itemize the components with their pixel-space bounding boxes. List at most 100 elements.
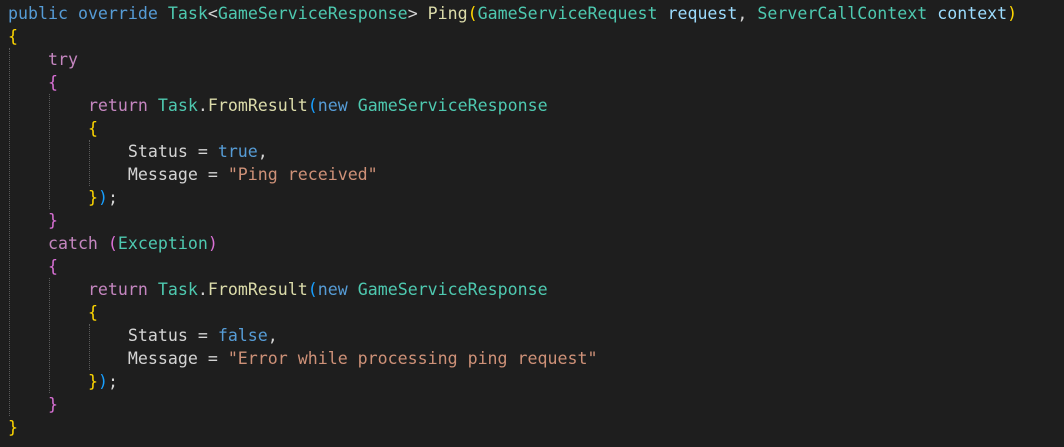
code-token: ( bbox=[107, 234, 118, 253]
code-token: "Error while processing ping request" bbox=[227, 349, 598, 368]
code-token: try bbox=[47, 50, 78, 69]
code-token: = bbox=[197, 165, 228, 184]
code-token: . bbox=[197, 96, 208, 115]
code-token: { bbox=[87, 303, 98, 322]
code-token: GameServiceRequest bbox=[477, 4, 658, 23]
code-line: { bbox=[8, 25, 1058, 48]
code-line: { bbox=[8, 255, 1058, 278]
code-line: Message = "Ping received" bbox=[8, 163, 1058, 186]
code-token: } bbox=[8, 418, 18, 437]
code-line: }); bbox=[8, 370, 1058, 393]
code-token: context bbox=[937, 4, 1008, 23]
code-line: { bbox=[8, 301, 1058, 324]
code-line: } bbox=[8, 393, 1058, 416]
code-line: } bbox=[8, 209, 1058, 232]
code-token: ServerCallContext bbox=[757, 4, 928, 23]
code-token: Exception bbox=[117, 234, 208, 253]
code-line: catch (Exception) bbox=[8, 232, 1058, 255]
code-token: { bbox=[47, 257, 58, 276]
code-token: Message bbox=[127, 165, 198, 184]
code-token: "Ping received" bbox=[227, 165, 378, 184]
code-token: request bbox=[667, 4, 738, 23]
code-token: ; bbox=[107, 372, 118, 391]
code-token: Message bbox=[127, 349, 198, 368]
code-token: ) bbox=[1007, 4, 1018, 23]
code-token: ) bbox=[97, 188, 108, 207]
code-token: = bbox=[187, 142, 218, 161]
code-line: Message = "Error while processing ping r… bbox=[8, 347, 1058, 370]
code-token: false bbox=[217, 326, 268, 345]
code-token: ( bbox=[307, 96, 318, 115]
code-token: FromResult bbox=[207, 280, 308, 299]
code-line: { bbox=[8, 117, 1058, 140]
code-editor[interactable]: public override Task<GameServiceResponse… bbox=[0, 0, 1064, 447]
code-token: Status bbox=[127, 142, 188, 161]
code-token: Task bbox=[167, 4, 208, 23]
code-line: return Task.FromResult(new GameServiceRe… bbox=[8, 278, 1058, 301]
code-token: new bbox=[317, 280, 348, 299]
code-token: } bbox=[87, 372, 98, 391]
code-token: GameServiceResponse bbox=[217, 4, 408, 23]
code-token: public bbox=[8, 4, 68, 23]
code-line: } bbox=[8, 416, 1058, 439]
code-lines[interactable]: public override Task<GameServiceResponse… bbox=[8, 2, 1058, 439]
code-line: Status = false, bbox=[8, 324, 1058, 347]
code-line: try bbox=[8, 48, 1058, 71]
code-token: { bbox=[8, 27, 18, 46]
code-line: public override Task<GameServiceResponse… bbox=[8, 2, 1058, 25]
code-token: ) bbox=[97, 372, 108, 391]
code-token: , bbox=[257, 142, 268, 161]
code-token: { bbox=[87, 119, 98, 138]
code-token: > bbox=[407, 4, 428, 23]
code-token: ( bbox=[467, 4, 478, 23]
code-token: } bbox=[87, 188, 98, 207]
code-token: = bbox=[197, 349, 228, 368]
code-token: } bbox=[47, 211, 58, 230]
code-token: true bbox=[217, 142, 258, 161]
code-token: Status bbox=[127, 326, 188, 345]
code-line: { bbox=[8, 71, 1058, 94]
code-token: Ping bbox=[427, 4, 468, 23]
code-token: return bbox=[87, 280, 148, 299]
code-token: GameServiceResponse bbox=[357, 280, 548, 299]
code-line: return Task.FromResult(new GameServiceRe… bbox=[8, 94, 1058, 117]
code-token: , bbox=[267, 326, 278, 345]
code-line: }); bbox=[8, 186, 1058, 209]
code-line: Status = true, bbox=[8, 140, 1058, 163]
code-token: ( bbox=[307, 280, 318, 299]
code-token: Task bbox=[157, 96, 198, 115]
code-token: GameServiceResponse bbox=[357, 96, 548, 115]
code-token: { bbox=[47, 73, 58, 92]
code-token: ; bbox=[107, 188, 118, 207]
code-token: < bbox=[207, 4, 218, 23]
code-token: return bbox=[87, 96, 148, 115]
code-token: Task bbox=[157, 280, 198, 299]
code-token: catch bbox=[47, 234, 98, 253]
code-token: FromResult bbox=[207, 96, 308, 115]
code-token: override bbox=[77, 4, 158, 23]
code-token: . bbox=[197, 280, 208, 299]
code-token: ) bbox=[207, 234, 218, 253]
code-token: } bbox=[47, 395, 58, 414]
